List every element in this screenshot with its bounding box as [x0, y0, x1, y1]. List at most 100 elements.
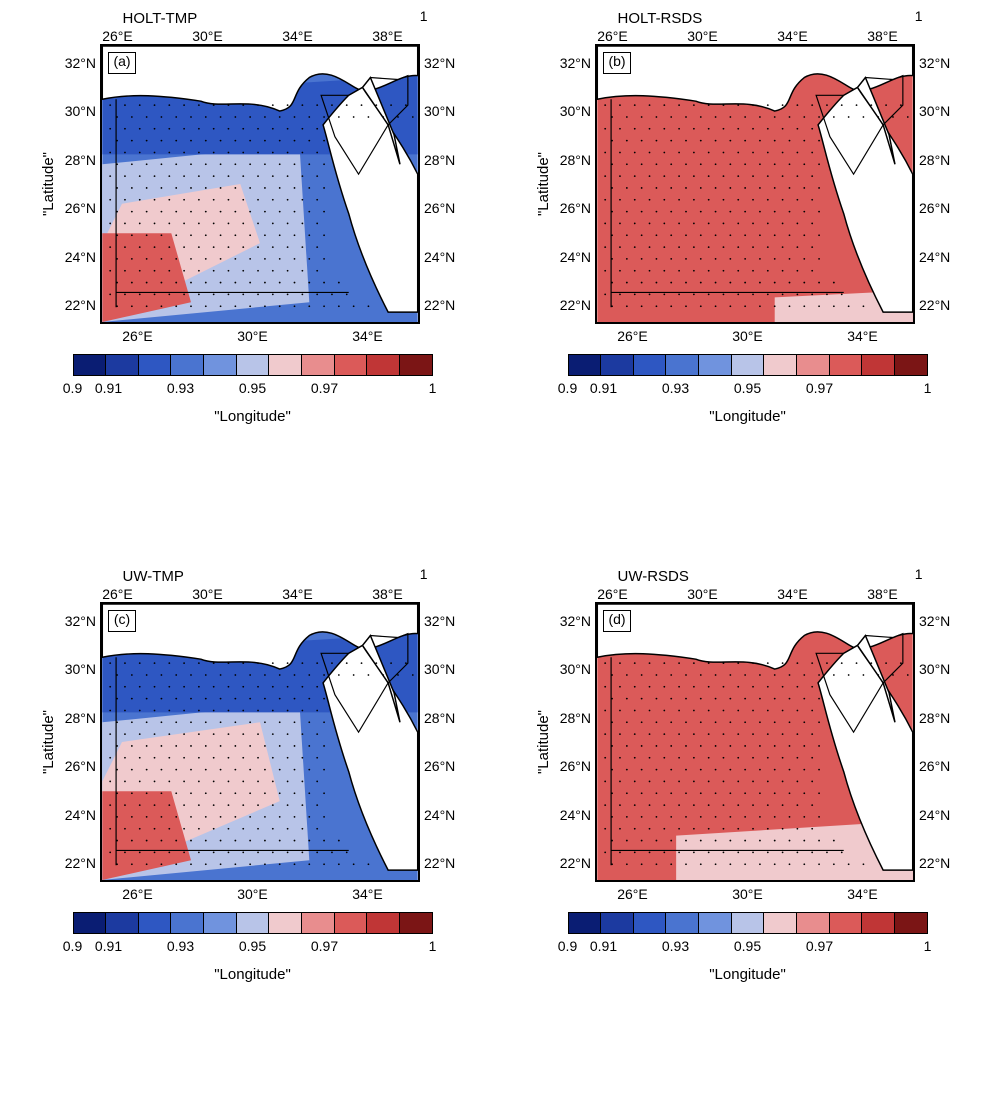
lon-tick: 30°E — [678, 586, 728, 602]
lon-tick: 26°E — [93, 586, 143, 602]
lat-tick: 32°N — [560, 56, 591, 70]
cbar-tick: 0.97 — [806, 380, 833, 396]
panel-title-row: UW-RSDS 1 — [568, 568, 928, 586]
panel-letter: (b) — [603, 52, 631, 74]
map-plot: (d) — [595, 602, 915, 882]
lon-tick: 30°E — [228, 886, 278, 902]
lon-tick: 38°E — [858, 586, 908, 602]
lat-tick: 22°N — [65, 856, 96, 870]
lat-tick: 28°N — [919, 711, 950, 725]
lat-tick: 30°N — [65, 662, 96, 676]
cbar-tick: 0.9 — [63, 938, 82, 954]
lat-tick: 24°N — [919, 808, 950, 822]
lat-tick: 28°N — [424, 711, 455, 725]
lon-ticks-bottom: 26°E30°E34°E — [93, 882, 413, 904]
lat-tick: 22°N — [424, 298, 455, 312]
y-axis-label: "Latitude" — [531, 152, 556, 216]
lon-tick: 34°E — [768, 586, 818, 602]
lon-tick: 38°E — [858, 28, 908, 44]
lat-tick: 30°N — [560, 104, 591, 118]
panel-a: HOLT-TMP 1 26°E30°E34°E38°E "Latitude" 3… — [20, 10, 485, 548]
lat-tick: 26°N — [65, 201, 96, 215]
lat-tick: 30°N — [424, 104, 455, 118]
lon-tick: 30°E — [723, 328, 773, 344]
panel-letter: (a) — [108, 52, 136, 74]
lat-ticks-right: 32°N30°N28°N26°N24°N22°N — [420, 54, 459, 314]
lat-tick: 26°N — [560, 201, 591, 215]
lat-ticks-right: 32°N30°N28°N26°N24°N22°N — [915, 612, 954, 872]
colorbar-ticks: 0.90.910.930.950.971 — [73, 938, 433, 956]
y-axis-label: "Latitude" — [36, 152, 61, 216]
panel-grid: HOLT-TMP 1 26°E30°E34°E38°E "Latitude" 3… — [0, 0, 1000, 1116]
lon-ticks-top: 26°E30°E34°E38°E — [568, 28, 928, 44]
lat-tick: 30°N — [424, 662, 455, 676]
lon-tick: 30°E — [183, 28, 233, 44]
panel-title-row: HOLT-RSDS 1 — [568, 10, 928, 28]
panel-c: UW-TMP 1 26°E30°E34°E38°E "Latitude" 32°… — [20, 568, 485, 1106]
lat-tick: 26°N — [65, 759, 96, 773]
lat-tick: 26°N — [424, 759, 455, 773]
lon-ticks-bottom: 26°E30°E34°E — [588, 882, 908, 904]
x-axis-label: "Longitude" — [709, 408, 786, 425]
lat-tick: 24°N — [65, 808, 96, 822]
map-plot: (c) — [100, 602, 420, 882]
lat-tick: 30°N — [919, 104, 950, 118]
lon-tick: 34°E — [838, 886, 888, 902]
cbar-tick: 1 — [429, 380, 437, 396]
lon-tick: 26°E — [113, 328, 163, 344]
lat-tick: 22°N — [919, 856, 950, 870]
lat-tick: 30°N — [919, 662, 950, 676]
lat-tick: 26°N — [560, 759, 591, 773]
colorbar — [73, 912, 433, 934]
lon-tick: 34°E — [838, 328, 888, 344]
lat-ticks-left: 32°N30°N28°N26°N24°N22°N — [556, 54, 595, 314]
lat-tick: 22°N — [424, 856, 455, 870]
lat-tick: 24°N — [424, 250, 455, 264]
map-plot: (a) — [100, 44, 420, 324]
lat-tick: 22°N — [560, 856, 591, 870]
panel-letter: (c) — [108, 610, 136, 632]
lat-tick: 32°N — [919, 56, 950, 70]
lon-tick: 26°E — [608, 886, 658, 902]
lon-ticks-bottom: 26°E30°E34°E — [93, 324, 413, 346]
lon-ticks-top: 26°E30°E34°E38°E — [73, 28, 433, 44]
lat-tick: 28°N — [919, 153, 950, 167]
cbar-tick: 0.97 — [806, 938, 833, 954]
lat-tick: 32°N — [560, 614, 591, 628]
y-axis-label: "Latitude" — [36, 710, 61, 774]
lon-tick: 26°E — [588, 28, 638, 44]
lat-ticks-left: 32°N30°N28°N26°N24°N22°N — [61, 612, 100, 872]
lat-tick: 32°N — [919, 614, 950, 628]
lat-tick: 26°N — [919, 201, 950, 215]
lat-tick: 30°N — [560, 662, 591, 676]
top-right-label: 1 — [420, 8, 428, 24]
cbar-tick: 0.95 — [734, 380, 761, 396]
panel-d: UW-RSDS 1 26°E30°E34°E38°E "Latitude" 32… — [515, 568, 980, 1106]
lon-tick: 26°E — [113, 886, 163, 902]
lon-tick: 26°E — [608, 328, 658, 344]
lon-ticks-bottom: 26°E 30°E 34°E — [588, 324, 908, 346]
lat-tick: 28°N — [560, 153, 591, 167]
lon-ticks-top: 26°E30°E34°E38°E — [73, 586, 433, 602]
panel-b: HOLT-RSDS 1 26°E30°E34°E38°E "Latitude" … — [515, 10, 980, 548]
cbar-tick: 1 — [924, 938, 932, 954]
lon-tick: 30°E — [183, 586, 233, 602]
lon-tick: 26°E — [588, 586, 638, 602]
panel-title: UW-RSDS — [618, 568, 689, 585]
colorbar — [568, 912, 928, 934]
lon-tick: 34°E — [273, 28, 323, 44]
lat-ticks-left: 32°N30°N28°N26°N24°N22°N — [556, 612, 595, 872]
lat-tick: 24°N — [65, 250, 96, 264]
cbar-tick: 0.95 — [239, 380, 266, 396]
lon-tick: 34°E — [273, 586, 323, 602]
cbar-tick: 0.91 — [95, 938, 122, 954]
lat-tick: 32°N — [65, 56, 96, 70]
cbar-tick: 0.91 — [590, 380, 617, 396]
cbar-tick: 0.95 — [239, 938, 266, 954]
lat-tick: 28°N — [65, 153, 96, 167]
lat-tick: 32°N — [424, 614, 455, 628]
cbar-tick: 0.93 — [662, 380, 689, 396]
lon-tick: 38°E — [363, 28, 413, 44]
cbar-tick: 0.9 — [558, 938, 577, 954]
lon-ticks-top: 26°E 30°E 34°E 38°E — [568, 586, 928, 602]
